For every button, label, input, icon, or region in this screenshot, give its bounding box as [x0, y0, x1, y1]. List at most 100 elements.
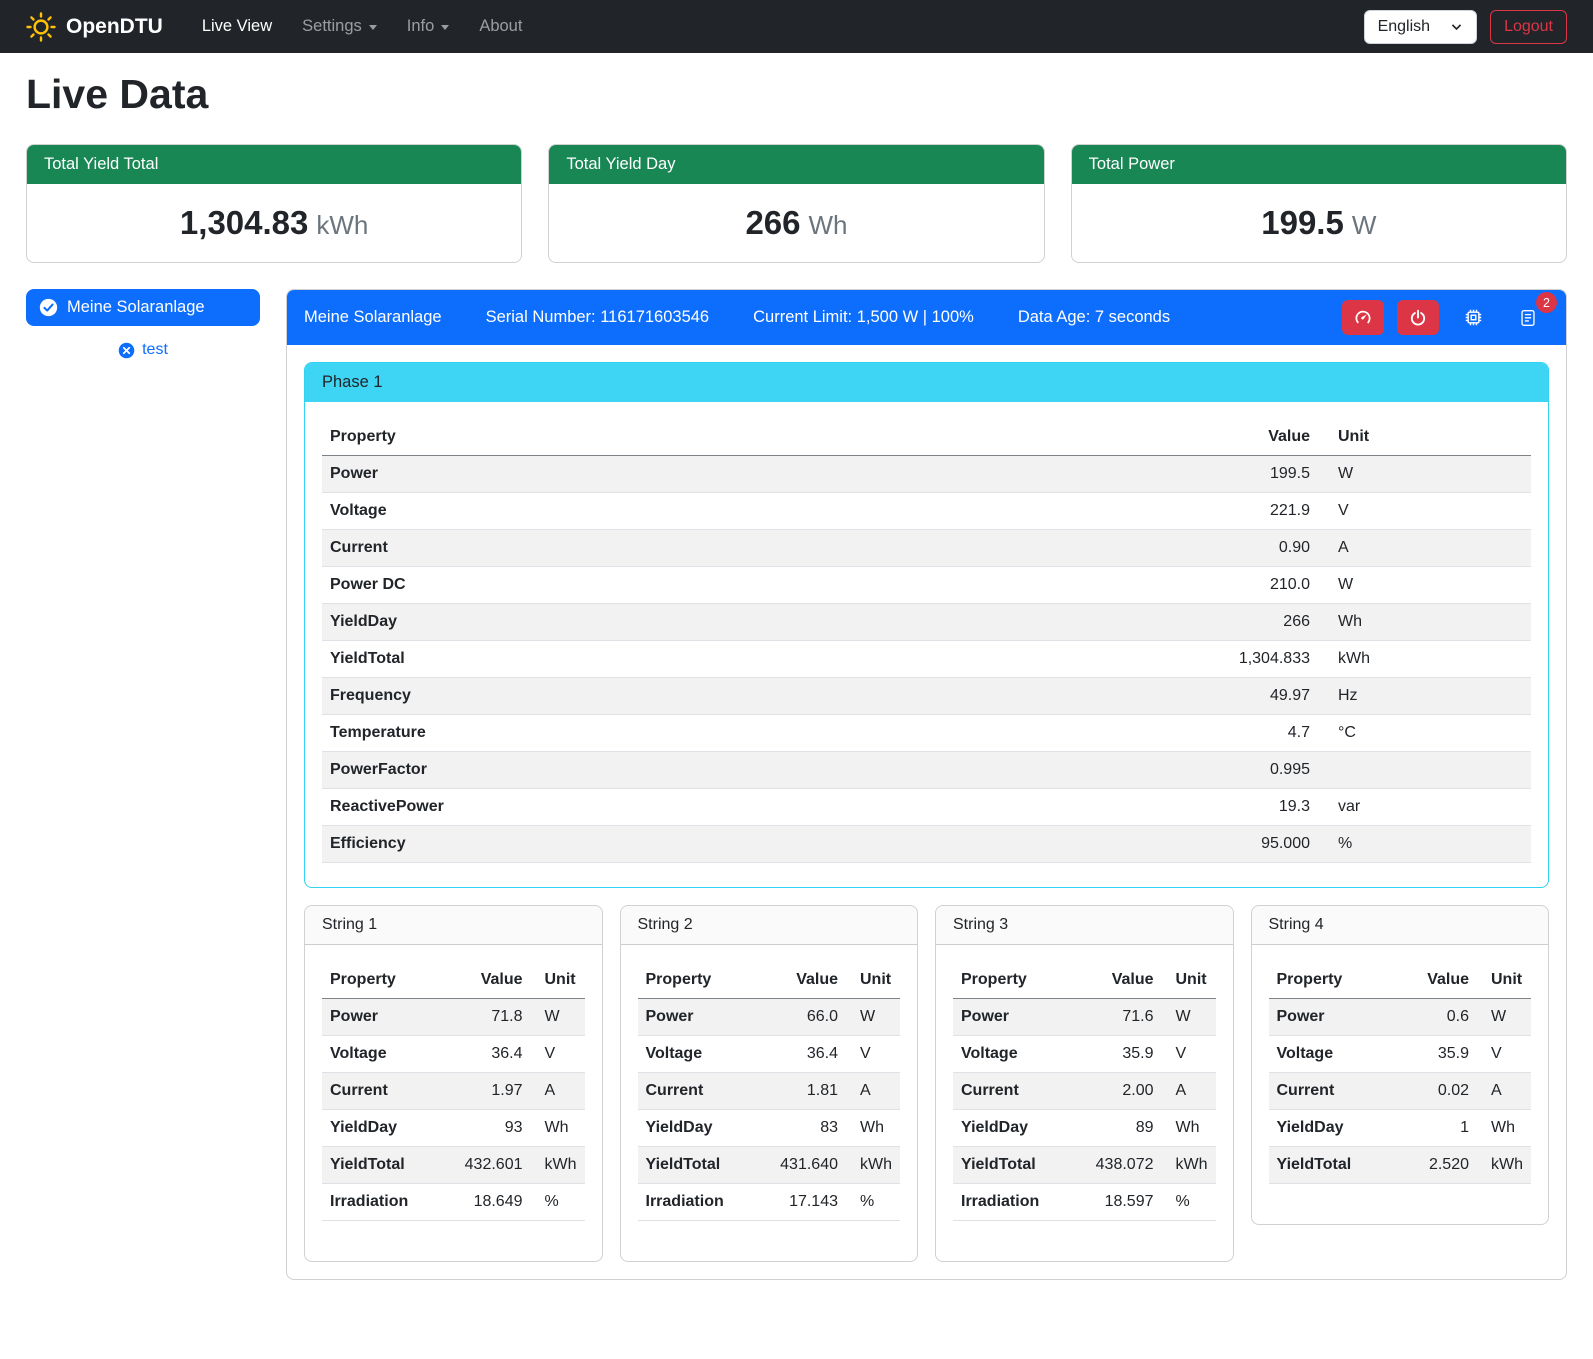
string-card-2: String 2 Property Value Unit [620, 905, 919, 1262]
nav-info[interactable]: Info [394, 9, 463, 44]
brand-label: OpenDTU [66, 15, 163, 39]
language-select[interactable]: English [1364, 10, 1477, 44]
string-cards: String 1 Property Value Unit [304, 905, 1549, 1262]
property-cell: Irradiation [322, 1184, 453, 1221]
table-row: Voltage35.9V [953, 1036, 1216, 1073]
unit-cell: A [846, 1073, 900, 1110]
chevron-down-icon [1450, 20, 1463, 33]
unit-cell: kWh [846, 1147, 900, 1184]
value-cell: 95.000 [918, 826, 1318, 863]
value-cell: 4.7 [918, 715, 1318, 752]
property-cell: Power [322, 456, 918, 493]
brand[interactable]: OpenDTU [26, 12, 163, 42]
unit-cell: V [1162, 1036, 1216, 1073]
inverter-panel-header: Meine Solaranlage Serial Number: 1161716… [287, 290, 1566, 345]
table-row: YieldTotal432.601kWh [322, 1147, 585, 1184]
table-row: Power0.6W [1269, 999, 1532, 1036]
property-cell: Current [638, 1073, 769, 1110]
device-info-button[interactable] [1452, 300, 1494, 335]
unit-cell: Wh [1477, 1110, 1531, 1147]
column-header-value: Value [453, 962, 531, 999]
summary-card-yield-day: Total Yield Day 266Wh [548, 144, 1044, 263]
summary-card-body: 199.5W [1072, 184, 1566, 262]
table-row: Voltage36.4V [638, 1036, 901, 1073]
property-cell: ReactivePower [322, 789, 918, 826]
string-title: String 3 [936, 906, 1233, 945]
value-cell: 1,304.833 [918, 641, 1318, 678]
summary-card-title: Total Yield Day [549, 145, 1043, 184]
value-cell: 66.0 [768, 999, 846, 1036]
nav-live-view[interactable]: Live View [189, 9, 285, 44]
summary-unit: W [1352, 210, 1377, 240]
property-cell: Voltage [1269, 1036, 1400, 1073]
phase-title: Phase 1 [305, 363, 1548, 402]
string-title: String 1 [305, 906, 602, 945]
inverter-panel-body: Phase 1 Property Value Unit [287, 345, 1566, 1279]
unit-cell: var [1318, 789, 1531, 826]
test-inverter-link[interactable]: test [26, 341, 260, 359]
table-row: Irradiation18.597% [953, 1184, 1216, 1221]
phase-card: Phase 1 Property Value Unit [304, 362, 1549, 888]
table-header-row: Property Value Unit [638, 962, 901, 999]
value-cell: 17.143 [768, 1184, 846, 1221]
table-row: Voltage36.4V [322, 1036, 585, 1073]
unit-cell: Wh [531, 1110, 585, 1147]
table-row: YieldTotal438.072kWh [953, 1147, 1216, 1184]
unit-cell: kWh [1477, 1147, 1531, 1184]
property-cell: Power DC [322, 567, 918, 604]
string-card-3: String 3 Property Value Unit [935, 905, 1234, 1262]
value-cell: 199.5 [918, 456, 1318, 493]
property-cell: YieldTotal [322, 1147, 453, 1184]
property-cell: Power [953, 999, 1084, 1036]
value-cell: 2.520 [1399, 1147, 1477, 1184]
table-row: YieldDay266Wh [322, 604, 1531, 641]
property-cell: Frequency [322, 678, 918, 715]
column-header-value: Value [1399, 962, 1477, 999]
property-cell: Voltage [638, 1036, 769, 1073]
column-header-value: Value [918, 419, 1318, 456]
column-header-unit: Unit [1477, 962, 1531, 999]
property-cell: PowerFactor [322, 752, 918, 789]
limit-settings-button[interactable] [1342, 300, 1384, 335]
unit-cell: °C [1318, 715, 1531, 752]
table-row: Efficiency95.000% [322, 826, 1531, 863]
string-table: Property Value Unit Power66.0W Voltage36… [638, 962, 901, 1221]
value-cell: 71.6 [1084, 999, 1162, 1036]
table-row: Current1.81A [638, 1073, 901, 1110]
property-cell: YieldTotal [638, 1147, 769, 1184]
summary-card-title: Total Yield Total [27, 145, 521, 184]
string-table: Property Value Unit Power71.8W Voltage36… [322, 962, 585, 1221]
table-row: Power DC210.0W [322, 567, 1531, 604]
chevron-down-icon [441, 25, 449, 30]
summary-card-body: 266Wh [549, 184, 1043, 262]
event-log-button[interactable]: 2 [1507, 300, 1549, 335]
inverter-select-button[interactable]: Meine Solaranlage [26, 289, 260, 326]
table-row: Current0.02A [1269, 1073, 1532, 1110]
table-row: Irradiation17.143% [638, 1184, 901, 1221]
nav-settings[interactable]: Settings [289, 9, 390, 44]
nav-about[interactable]: About [466, 9, 535, 44]
unit-cell: W [1318, 567, 1531, 604]
value-cell: 1 [1399, 1110, 1477, 1147]
table-row: Current1.97A [322, 1073, 585, 1110]
value-cell: 431.640 [768, 1147, 846, 1184]
property-cell: Current [322, 1073, 453, 1110]
table-row: Current2.00A [953, 1073, 1216, 1110]
power-button[interactable] [1397, 300, 1439, 335]
table-row: Voltage221.9V [322, 493, 1531, 530]
value-cell: 35.9 [1399, 1036, 1477, 1073]
table-row: Current0.90A [322, 530, 1531, 567]
property-cell: Power [1269, 999, 1400, 1036]
page-content: Live Data Total Yield Total 1,304.83kWh … [0, 71, 1593, 1310]
property-cell: Current [953, 1073, 1084, 1110]
unit-cell: W [531, 999, 585, 1036]
unit-cell: A [1477, 1073, 1531, 1110]
value-cell: 36.4 [768, 1036, 846, 1073]
current-limit: Current Limit: 1,500 W | 100% [753, 308, 974, 327]
unit-cell: A [531, 1073, 585, 1110]
value-cell: 210.0 [918, 567, 1318, 604]
unit-cell: Wh [1162, 1110, 1216, 1147]
logout-button[interactable]: Logout [1490, 10, 1567, 44]
summary-value: 266 [745, 204, 800, 241]
column-header-unit: Unit [846, 962, 900, 999]
